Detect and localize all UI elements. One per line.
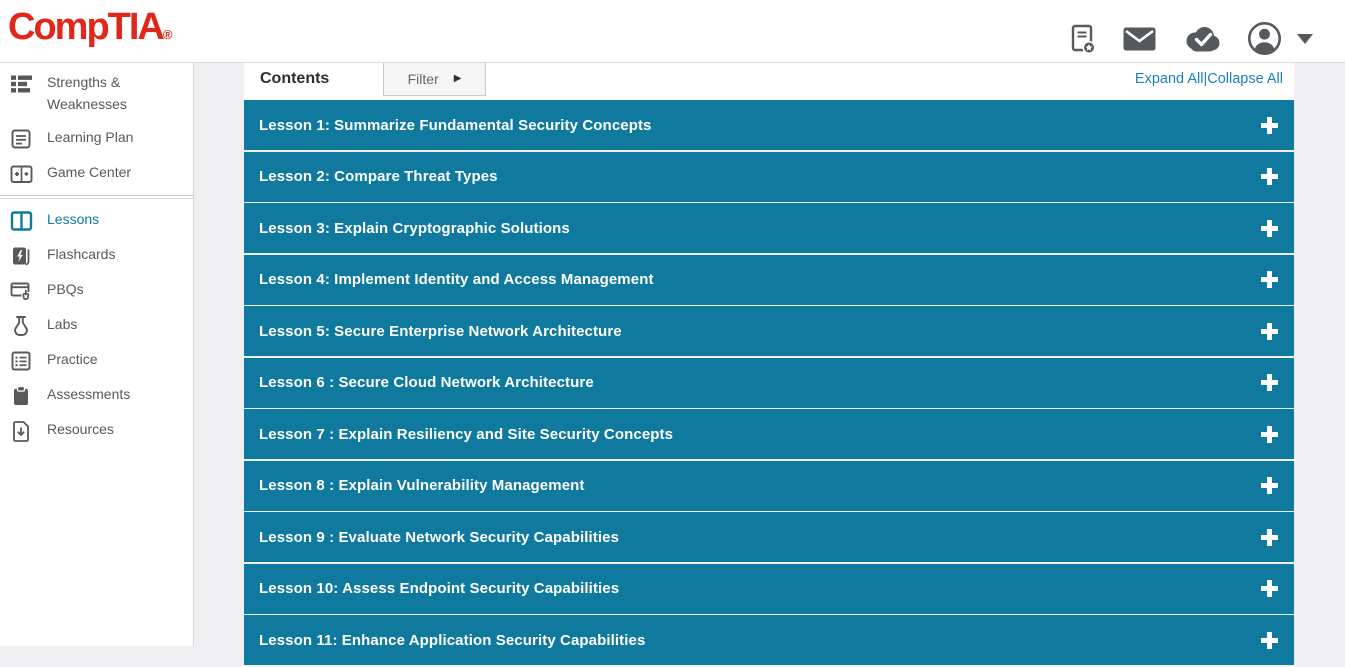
sidebar-item-label: Learning Plan <box>47 127 133 149</box>
cloud-sync-icon[interactable] <box>1183 26 1220 52</box>
contents-column: Contents Filter ▶ Expand All|Collapse Al… <box>244 62 1294 667</box>
lesson-accordion-10[interactable]: Lesson 10: Assess Endpoint Security Capa… <box>244 564 1294 614</box>
score-report-icon[interactable] <box>1071 24 1096 54</box>
logo-text: CompTIA <box>8 6 163 48</box>
sidebar-item-label: PBQs <box>47 279 84 301</box>
sidebar-item-pbqs[interactable]: PBQs <box>0 273 193 308</box>
filter-label: Filter <box>408 71 439 87</box>
sidebar-item-resources[interactable]: Resources <box>0 413 193 448</box>
game-center-icon <box>8 162 34 185</box>
lesson-accordion-5[interactable]: Lesson 5: Secure Enterprise Network Arch… <box>244 306 1294 356</box>
sidebar-item-learning-plan[interactable]: Learning Plan <box>0 121 193 156</box>
contents-header: Contents Filter ▶ Expand All|Collapse Al… <box>244 62 1294 100</box>
sidebar-item-label: Lessons <box>47 209 99 231</box>
practice-icon <box>8 349 34 372</box>
expand-plus-icon[interactable] <box>1261 529 1278 546</box>
sidebar-item-strengths-weaknesses[interactable]: Strengths & Weaknesses <box>0 66 193 121</box>
sidebar-item-flashcards[interactable]: Flashcards <box>0 238 193 273</box>
lesson-accordion-4[interactable]: Lesson 4: Implement Identity and Access … <box>244 255 1294 305</box>
lesson-list: Lesson 1: Summarize Fundamental Security… <box>244 100 1294 665</box>
filter-button[interactable]: Filter ▶ <box>383 62 486 96</box>
expand-plus-icon[interactable] <box>1261 168 1278 185</box>
lesson-title: Lesson 3: Explain Cryptographic Solution… <box>259 220 570 237</box>
comptia-logo[interactable]: CompTIA® <box>8 3 172 52</box>
sidebar-item-assessments[interactable]: Assessments <box>0 378 193 413</box>
sidebar-item-lessons[interactable]: Lessons <box>0 203 193 238</box>
lesson-title: Lesson 9 : Evaluate Network Security Cap… <box>259 529 619 546</box>
account-icon[interactable] <box>1247 21 1282 56</box>
sidebar-item-labs[interactable]: Labs <box>0 308 193 343</box>
app-header: CompTIA® <box>0 0 1345 63</box>
lesson-title: Lesson 2: Compare Threat Types <box>259 168 498 185</box>
lessons-book-icon <box>8 209 34 232</box>
expand-plus-icon[interactable] <box>1261 271 1278 288</box>
lesson-title: Lesson 10: Assess Endpoint Security Capa… <box>259 580 619 597</box>
sidebar-item-label: Game Center <box>47 162 131 184</box>
sidebar-item-practice[interactable]: Practice <box>0 343 193 378</box>
lesson-accordion-11[interactable]: Lesson 11: Enhance Application Security … <box>244 615 1294 665</box>
flashcards-icon <box>8 244 34 267</box>
expand-plus-icon[interactable] <box>1261 117 1278 134</box>
lesson-title: Lesson 4: Implement Identity and Access … <box>259 271 654 288</box>
page-title: Contents <box>260 70 329 88</box>
sidebar-item-label: Flashcards <box>47 244 115 266</box>
sidebar-item-label: Labs <box>47 314 77 336</box>
sidebar-item-label: Practice <box>47 349 98 371</box>
filter-arrow-icon: ▶ <box>454 74 462 84</box>
expand-plus-icon[interactable] <box>1261 323 1278 340</box>
caret-down-icon[interactable] <box>1297 34 1313 44</box>
assessments-icon <box>8 384 34 407</box>
expand-all-link[interactable]: Expand All <box>1135 71 1204 87</box>
lesson-accordion-6[interactable]: Lesson 6 : Secure Cloud Network Architec… <box>244 358 1294 408</box>
messages-icon[interactable] <box>1123 27 1156 51</box>
lesson-title: Lesson 8 : Explain Vulnerability Managem… <box>259 477 585 494</box>
lesson-accordion-1[interactable]: Lesson 1: Summarize Fundamental Security… <box>244 100 1294 150</box>
sidebar-item-label: Assessments <box>47 384 130 406</box>
expand-plus-icon[interactable] <box>1261 374 1278 391</box>
header-icon-group <box>1071 21 1313 56</box>
lesson-accordion-9[interactable]: Lesson 9 : Evaluate Network Security Cap… <box>244 512 1294 562</box>
expand-collapse-links: Expand All|Collapse All <box>1135 71 1283 87</box>
resources-icon <box>8 419 34 442</box>
collapse-all-link[interactable]: Collapse All <box>1207 71 1283 87</box>
sidebar: Strengths & Weaknesses Learning Plan <box>0 62 194 646</box>
sidebar-item-game-center[interactable]: Game Center <box>0 156 193 191</box>
lesson-title: Lesson 7 : Explain Resiliency and Site S… <box>259 426 673 443</box>
content-area: Contents Filter ▶ Expand All|Collapse Al… <box>195 62 1345 646</box>
registered-mark: ® <box>163 27 173 42</box>
sidebar-item-label: Strengths & Weaknesses <box>47 72 165 115</box>
pbqs-icon <box>8 279 34 302</box>
lesson-accordion-8[interactable]: Lesson 8 : Explain Vulnerability Managem… <box>244 461 1294 511</box>
expand-plus-icon[interactable] <box>1261 477 1278 494</box>
labs-flask-icon <box>8 314 34 337</box>
strengths-weaknesses-icon <box>8 72 34 95</box>
learning-plan-icon <box>8 127 34 150</box>
lesson-title: Lesson 1: Summarize Fundamental Security… <box>259 117 652 134</box>
expand-plus-icon[interactable] <box>1261 580 1278 597</box>
expand-plus-icon[interactable] <box>1261 220 1278 237</box>
expand-plus-icon[interactable] <box>1261 426 1278 443</box>
lesson-accordion-3[interactable]: Lesson 3: Explain Cryptographic Solution… <box>244 203 1294 253</box>
sidebar-divider <box>0 195 193 199</box>
lesson-accordion-7[interactable]: Lesson 7 : Explain Resiliency and Site S… <box>244 409 1294 459</box>
lesson-title: Lesson 5: Secure Enterprise Network Arch… <box>259 323 622 340</box>
lesson-accordion-2[interactable]: Lesson 2: Compare Threat Types <box>244 152 1294 202</box>
sidebar-item-label: Resources <box>47 419 114 441</box>
lesson-title: Lesson 6 : Secure Cloud Network Architec… <box>259 374 594 391</box>
